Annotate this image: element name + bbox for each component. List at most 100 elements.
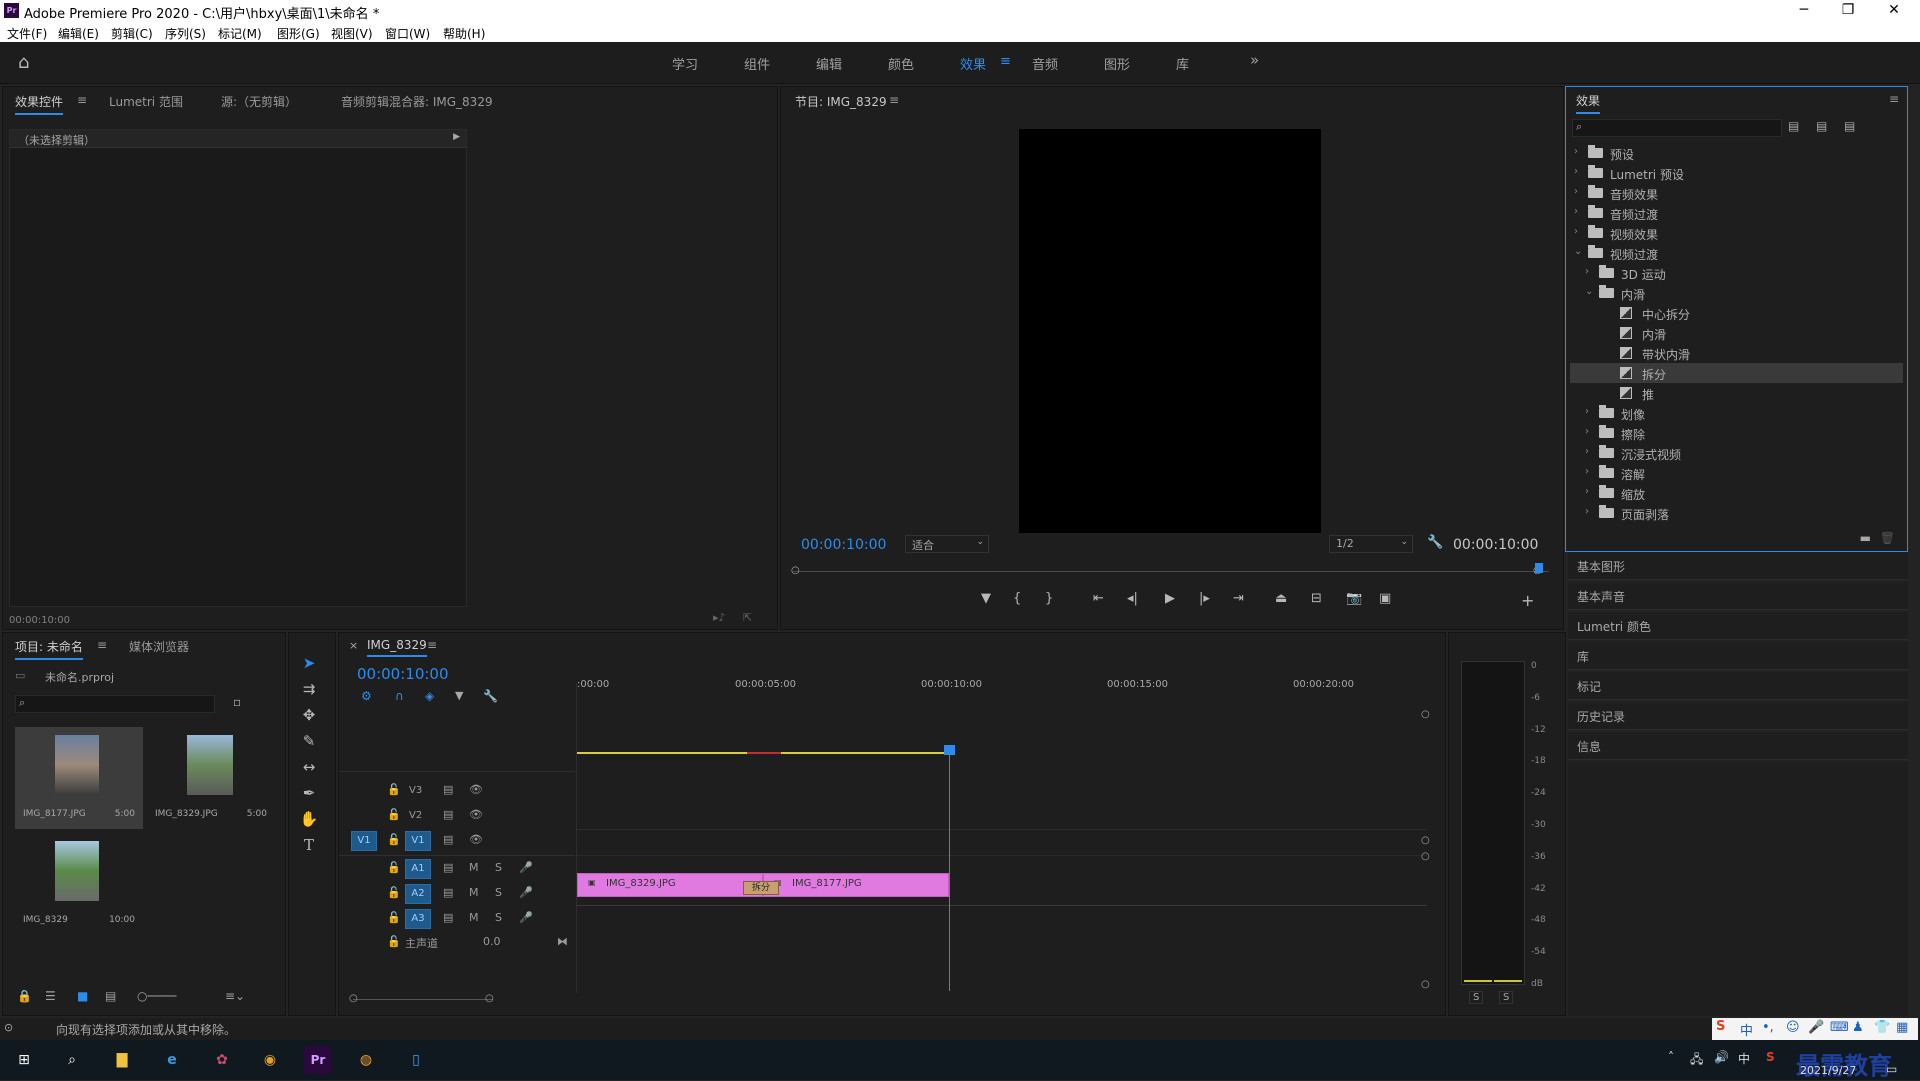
effect-item[interactable]: 中心拆分 [1570, 303, 1903, 323]
lock-icon[interactable]: 🔓 [387, 808, 401, 821]
lock-icon[interactable]: 🔓 [387, 886, 401, 899]
comparison-view-icon[interactable]: ▣ [1379, 591, 1391, 606]
track-select-tool-icon[interactable]: ⇉ [299, 679, 319, 699]
scroll-handle-left[interactable]: ○ [349, 993, 358, 1004]
effects-search-input[interactable]: ⌕ [1572, 119, 1782, 137]
project-item[interactable]: IMG_8329.JPG 5:00 [147, 727, 275, 829]
maximize-icon[interactable]: ❐ [1828, 2, 1868, 18]
list-view-icon[interactable]: ☰ [45, 989, 56, 1003]
master-volume[interactable]: 0.0 [483, 935, 501, 948]
zoom-slider[interactable]: ○──── [137, 989, 176, 1003]
ime-punct-icon[interactable]: •, [1762, 1020, 1774, 1035]
workspace-effects-menu-icon[interactable]: ≡ [1000, 54, 1011, 69]
go-to-out-icon[interactable]: ⇥ [1233, 591, 1244, 606]
effect-folder[interactable]: › 页面剥落 [1570, 503, 1903, 523]
ripple-edit-tool-icon[interactable]: ✥ [299, 705, 319, 725]
clip-img8177[interactable]: ▣ IMG_8177.JPG [763, 873, 949, 897]
menu-help[interactable]: 帮助(H) [443, 25, 485, 42]
sync-lock-icon[interactable]: ▤ [443, 911, 453, 924]
selection-tool-icon[interactable]: ➤ [299, 653, 319, 673]
add-marker-icon[interactable]: ▼ [455, 689, 463, 702]
menu-view[interactable]: 视图(V) [331, 25, 373, 42]
tab-lumetri-scopes[interactable]: Lumetri 范围 [109, 93, 183, 110]
eye-icon[interactable]: 👁 [469, 808, 483, 821]
tray-chevron-icon[interactable]: ˄ [1668, 1050, 1674, 1064]
effects-menu-icon[interactable]: ≡ [1889, 92, 1899, 106]
solo-button[interactable]: S [495, 886, 502, 899]
tab-media-browser[interactable]: 媒体浏览器 [129, 638, 189, 655]
program-menu-icon[interactable]: ≡ [889, 93, 899, 107]
ime-voice-icon[interactable]: 🎤 [1808, 1020, 1824, 1035]
workspace-effects[interactable]: 效果 [960, 54, 986, 73]
home-icon[interactable]: ⌂ [18, 52, 29, 73]
vertical-scroll-handle[interactable]: ○ [1421, 979, 1430, 990]
play-audio-icon[interactable]: ▸♪ [713, 611, 726, 624]
vertical-scroll-handle[interactable]: ○ [1421, 851, 1430, 862]
effect-folder[interactable]: › 划像 [1570, 403, 1903, 423]
chevron-right-icon[interactable]: › [1585, 446, 1589, 457]
panel-essential-sound[interactable]: 基本声音 [1568, 582, 1908, 610]
effect-item[interactable]: 带状内滑 [1570, 343, 1903, 363]
scroll-handle-right[interactable]: ○ [485, 993, 494, 1004]
menu-sequence[interactable]: 序列(S) [165, 25, 206, 42]
scrub-start-handle[interactable]: ○ [791, 565, 800, 576]
workspace-editing[interactable]: 编辑 [816, 54, 842, 73]
freeform-view-icon[interactable]: ▤ [105, 989, 116, 1003]
eye-icon[interactable]: 👁 [469, 833, 483, 846]
icon-view-icon[interactable]: ■ [77, 989, 88, 1003]
lock-icon[interactable]: 🔓 [387, 861, 401, 874]
effect-folder[interactable]: › Lumetri 预设 [1570, 163, 1903, 183]
notification-icon[interactable]: ▭ [1886, 1062, 1897, 1076]
menu-clip[interactable]: 剪辑(C) [111, 25, 153, 42]
program-viewer[interactable] [1019, 129, 1321, 533]
effect-item[interactable]: 内滑 [1570, 323, 1903, 343]
type-tool-icon[interactable]: T [299, 835, 319, 855]
edge-icon[interactable]: e [158, 1046, 186, 1074]
hand-tool-icon[interactable]: ✋ [299, 809, 319, 829]
tab-source[interactable]: 源:（无剪辑） [221, 93, 297, 110]
program-scrub-bar[interactable] [793, 571, 1549, 572]
resolution-dropdown[interactable]: 1/2 ⌄ [1329, 535, 1413, 553]
program-playhead-timecode[interactable]: 00:00:10:00 [801, 537, 886, 553]
track-target-v1[interactable]: V1 [405, 831, 431, 851]
track-target-a3[interactable]: A3 [405, 909, 431, 929]
timeline-tab[interactable]: IMG_8329 [367, 638, 427, 657]
timeline-menu-icon[interactable]: ≡ [427, 638, 437, 652]
menu-file[interactable]: 文件(F) [7, 25, 47, 42]
effect-folder[interactable]: › 溶解 [1570, 463, 1903, 483]
chevron-right-icon[interactable]: › [1585, 486, 1589, 497]
minimize-icon[interactable]: ─ [1784, 2, 1824, 18]
slip-tool-icon[interactable]: ↔ [299, 757, 319, 777]
lock-icon[interactable]: 🔒 [17, 989, 32, 1003]
ime-chinese-icon[interactable]: 中 [1740, 1020, 1753, 1039]
mic-icon[interactable]: 🎤 [519, 911, 533, 924]
mark-in-icon[interactable]: { [1013, 591, 1021, 606]
effect-folder[interactable]: › 预设 [1570, 143, 1903, 163]
chevron-right-icon[interactable]: › [1574, 226, 1578, 237]
chevron-down-icon[interactable]: ⌄ [1574, 246, 1582, 257]
tab-audio-clip-mixer[interactable]: 音频剪辑混合器: IMG_8329 [341, 93, 493, 110]
mark-out-icon[interactable]: } [1045, 591, 1053, 606]
button-editor-icon[interactable]: + [1521, 591, 1534, 610]
wrench-icon[interactable]: 🔧 [1427, 535, 1443, 550]
timeline-close-icon[interactable]: × [349, 639, 358, 652]
accelerated-effects-icon[interactable]: ▤ [1788, 119, 1799, 133]
meter-solo-right[interactable]: S [1499, 991, 1514, 1004]
sync-lock-icon[interactable]: ▤ [443, 833, 453, 846]
chevron-right-icon[interactable]: › [1574, 186, 1578, 197]
snap-icon[interactable]: ∩ [395, 689, 404, 703]
fit-dropdown[interactable]: 适合 ⌄ [905, 535, 989, 553]
clip-img8329[interactable]: ▣ IMG_8329.JPG [577, 873, 763, 897]
ime-menu-icon[interactable]: ▦ [1896, 1020, 1908, 1035]
expand-triangle-icon[interactable]: ▶ [453, 132, 460, 142]
sogou-tray-icon[interactable]: S [1766, 1050, 1775, 1064]
workspace-audio[interactable]: 音频 [1032, 54, 1058, 73]
mic-icon[interactable]: 🎤 [519, 861, 533, 874]
panel-history[interactable]: 历史记录 [1568, 702, 1908, 730]
lock-icon[interactable]: 🔓 [387, 935, 401, 948]
yuv-effects-icon[interactable]: ▤ [1844, 119, 1855, 133]
solo-button[interactable]: S [495, 911, 502, 924]
ime-skin-icon[interactable]: 👕 [1874, 1020, 1890, 1035]
app-icon[interactable]: ◍ [352, 1046, 380, 1074]
network-icon[interactable]: 🖧 [1690, 1050, 1703, 1071]
